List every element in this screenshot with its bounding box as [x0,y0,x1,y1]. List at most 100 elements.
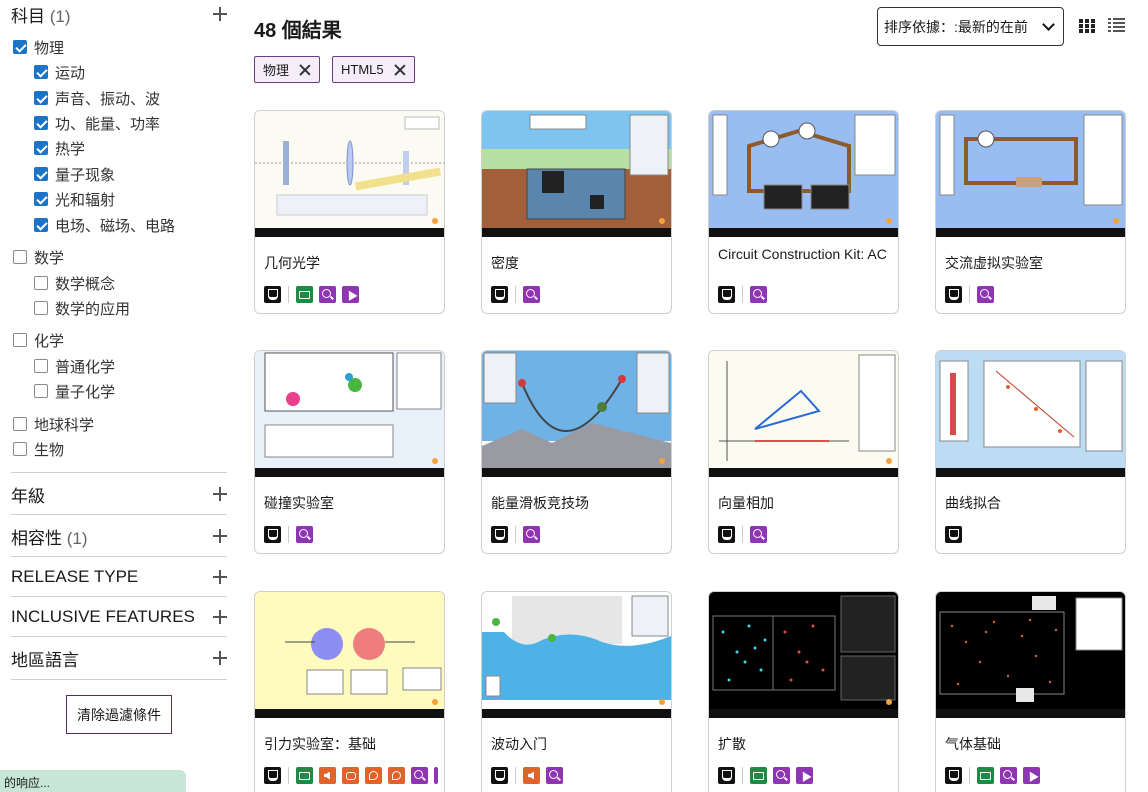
facet-grade-header[interactable]: 年級 [11,474,227,514]
filter-chemistry-sub[interactable]: 量子化学 [34,380,115,402]
checkbox-checked-icon[interactable] [34,218,48,232]
sim-card[interactable]: 扩散 [708,591,899,792]
sim-card[interactable]: 向量相加 [708,350,899,554]
checkbox-icon[interactable] [13,442,27,456]
sim-card[interactable]: 气体基础 [935,591,1126,792]
divider [288,526,289,543]
filter-physics-sub[interactable]: 电场、磁场、电路 [34,214,175,236]
expand-plus-icon[interactable] [213,7,227,21]
clear-filters-button[interactable]: 清除過濾條件 [66,695,172,734]
checkbox-checked-icon[interactable] [34,141,48,155]
facet-release-type-header[interactable]: RELEASE TYPE [11,557,227,597]
sim-title[interactable]: 碰撞实验室 [264,494,434,512]
checkbox-icon[interactable] [13,333,27,347]
sim-card[interactable]: Circuit Construction Kit: AC [708,110,899,314]
filter-physics-sub[interactable]: 量子现象 [34,163,115,185]
sim-title[interactable]: 扩散 [718,735,888,753]
sim-thumbnail [709,111,898,237]
filter-label: 运动 [55,64,86,82]
sim-title[interactable]: 气体基础 [945,735,1115,753]
interactive-description-icon [342,767,359,784]
sim-thumbnail [709,351,898,477]
checkbox-checked-icon[interactable] [34,91,48,105]
list-view-icon[interactable] [1108,18,1125,32]
filter-math-sub[interactable]: 数学概念 [34,272,115,294]
filter-label: 热学 [55,140,86,158]
sim-badges [718,286,773,303]
expand-plus-icon[interactable] [213,487,227,501]
zoom-icon [523,286,540,303]
sim-badges [945,767,1046,784]
sim-title[interactable]: 几何光学 [264,254,434,272]
html5-icon [718,286,735,303]
checkbox-icon[interactable] [34,359,48,373]
html5-icon [718,767,735,784]
filter-physics-sub[interactable]: 功、能量、功率 [34,112,160,134]
checkbox-checked-icon[interactable] [34,167,48,181]
filter-math-sub[interactable]: 数学的应用 [34,297,130,319]
expand-plus-icon[interactable] [213,529,227,543]
filter-physics[interactable]: 物理 [13,36,64,58]
sim-title[interactable]: Circuit Construction Kit: AC [718,245,888,263]
sim-card[interactable]: 密度 [481,110,672,314]
expand-plus-icon[interactable] [213,651,227,665]
sim-card[interactable]: 曲线拟合 [935,350,1126,554]
checkbox-icon[interactable] [13,417,27,431]
sim-badges [718,767,819,784]
filter-earth-science[interactable]: 地球科学 [13,413,94,435]
checkbox-icon[interactable] [13,250,27,264]
checkbox-checked-icon[interactable] [34,65,48,79]
sim-title[interactable]: 能量滑板竞技场 [491,494,661,512]
filter-physics-sub[interactable]: 热学 [34,137,85,159]
divider [742,767,743,784]
checkbox-checked-icon[interactable] [34,192,48,206]
divider [288,767,289,784]
sim-card[interactable]: 波动入门 [481,591,672,792]
sim-title[interactable]: 波动入门 [491,735,661,753]
checkbox-checked-icon[interactable] [13,40,27,54]
sim-card[interactable]: 交流虚拟实验室 [935,110,1126,314]
filter-math[interactable]: 数学 [13,246,64,268]
expand-plus-icon[interactable] [213,610,227,624]
sim-title[interactable]: 曲线拟合 [945,494,1115,512]
expand-plus-icon[interactable] [213,570,227,584]
sim-title[interactable]: 密度 [491,254,661,272]
checkbox-checked-icon[interactable] [34,116,48,130]
sim-badges [491,526,546,543]
grid-view-icon[interactable] [1079,19,1095,33]
voicing-icon [365,767,382,784]
facet-subject-header[interactable]: 科目 (1) [11,0,227,34]
facet-locale-header[interactable]: 地區語言 [11,638,227,678]
zoom-icon [977,286,994,303]
filter-label: 生物 [34,441,65,459]
close-icon[interactable] [394,64,406,76]
sim-title[interactable]: 向量相加 [718,494,888,512]
filter-physics-sub[interactable]: 声音、振动、波 [34,87,160,109]
sim-card[interactable]: 能量滑板竞技场 [481,350,672,554]
sim-thumbnail [482,351,671,477]
sim-title[interactable]: 引力实验室：基础 [264,735,434,753]
sim-card[interactable]: 碰撞实验室 [254,350,445,554]
pointer-icon [1023,767,1040,784]
checkbox-icon[interactable] [34,301,48,315]
close-icon[interactable] [299,64,311,76]
facet-compatibility-header[interactable]: 相容性 (1) [11,516,227,556]
checkbox-icon[interactable] [34,384,48,398]
keyboard-icon [750,767,767,784]
filter-physics-sub[interactable]: 光和辐射 [34,188,115,210]
divider [11,472,227,473]
keyboard-icon [296,767,313,784]
filter-chemistry-sub[interactable]: 普通化学 [34,355,115,377]
filter-chemistry[interactable]: 化学 [13,329,64,351]
checkbox-icon[interactable] [34,276,48,290]
sim-title[interactable]: 交流虚拟实验室 [945,254,1115,272]
sort-select[interactable]: 排序依據：:最新的在前 [877,7,1064,46]
filter-chip-physics[interactable]: 物理 [254,56,321,83]
sim-card[interactable]: 引力实验室：基础 [254,591,445,792]
filter-biology[interactable]: 生物 [13,438,64,460]
sim-card[interactable]: 几何光学 [254,110,445,314]
facet-inclusive-features-header[interactable]: INCLUSIVE FEATURES [11,597,227,637]
filter-physics-sub[interactable]: 运动 [34,61,85,83]
zoom-icon [411,767,428,784]
filter-chip-html5[interactable]: HTML5 [332,56,415,83]
